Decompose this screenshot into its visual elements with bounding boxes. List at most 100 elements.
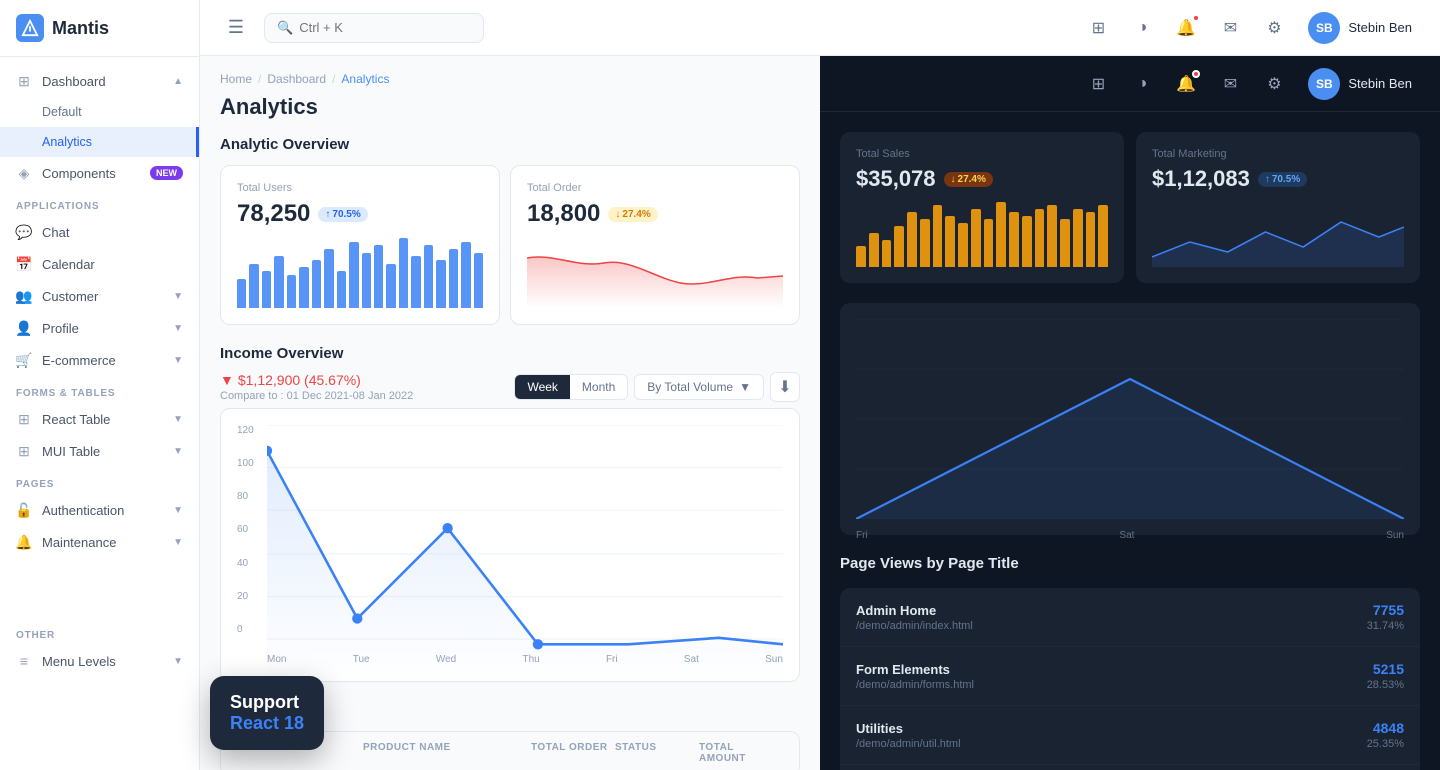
bar	[1098, 205, 1108, 267]
user-avatar[interactable]: SB Stebin Ben	[1300, 8, 1420, 48]
dark-line-chart: Fri Sat Sun	[856, 319, 1404, 519]
income-chart-container: 120 100 80 60 40 20 0	[220, 408, 800, 682]
chevron-down-icon: ▼	[173, 323, 183, 334]
income-section: Income Overview ▼ $1,12,900 (45.67%) Com…	[200, 345, 820, 702]
notification-badge	[1192, 14, 1200, 22]
dark-total-marketing-label: Total Marketing	[1152, 148, 1404, 160]
page-views-card: Admin Home /demo/admin/index.html 7755 3…	[840, 588, 1420, 770]
sidebar-item-customer[interactable]: 👥 Customer ▼	[0, 280, 199, 312]
bar	[324, 249, 333, 308]
total-users-badge: ↑ 70.5%	[318, 207, 367, 222]
bar	[984, 219, 994, 267]
x-axis: Mon Tue Wed Thu Fri Sat Sun	[267, 654, 783, 665]
total-order-card: Total Order 18,800 ↓ 27.4%	[510, 165, 800, 325]
dark-settings-button[interactable]: ⚙	[1256, 66, 1292, 102]
chevron-down-icon: ▼	[173, 291, 183, 302]
dark-income-section: Fri Sat Sun	[820, 303, 1440, 555]
avatar-circle: SB	[1308, 12, 1340, 44]
bar	[449, 249, 458, 308]
bar	[1047, 205, 1057, 267]
income-line-chart: 120 100 80 60 40 20 0	[237, 425, 783, 665]
dark-total-marketing-badge: ↑ 70.5%	[1258, 172, 1307, 187]
sidebar-item-default[interactable]: Default	[0, 97, 199, 127]
sidebar: Mantis ⊞ Dashboard ▲ Default Analytics ◈…	[0, 0, 200, 770]
income-overview-title: Income Overview	[220, 345, 800, 362]
analytic-overview-title: Analytic Overview	[200, 136, 820, 165]
sidebar-item-chat[interactable]: 💬 Chat	[0, 216, 199, 248]
bar	[237, 279, 246, 308]
sidebar-nav: ⊞ Dashboard ▲ Default Analytics ◈ Compon…	[0, 57, 199, 770]
topbar-actions: ⊞ ◑ 🔔 ✉ ⚙ SB Stebin Ben	[1080, 8, 1420, 48]
support-toast[interactable]: Support React 18	[210, 676, 324, 750]
period-btn-group: Week Month	[514, 374, 628, 400]
dark-avatar-circle: SB	[1308, 68, 1340, 100]
other-label: Other	[0, 618, 199, 645]
menu-toggle-button[interactable]: ☰	[220, 12, 252, 44]
page-views-section: Page Views by Page Title Admin Home /dem…	[820, 555, 1440, 770]
bar	[337, 271, 346, 308]
chevron-up-icon: ▲	[173, 76, 183, 87]
bar	[971, 209, 981, 267]
dark-total-sales-chart	[856, 202, 1108, 267]
sidebar-item-maintenance[interactable]: 🔔 Maintenance ▼	[0, 526, 199, 558]
dark-user-avatar[interactable]: SB Stebin Ben	[1300, 64, 1420, 104]
col-product: PRODUCT NAME	[363, 742, 531, 764]
sidebar-item-mui-table[interactable]: ⊞ MUI Table ▼	[0, 435, 199, 467]
bar	[945, 216, 955, 267]
sidebar-item-ecommerce[interactable]: 🛒 E-commerce ▼	[0, 344, 199, 376]
grid-view-button[interactable]: ⊞	[1080, 10, 1116, 46]
page-views-title: Page Views by Page Title	[840, 555, 1420, 572]
search-box[interactable]: 🔍	[264, 13, 484, 43]
messages-button[interactable]: ✉	[1212, 10, 1248, 46]
sidebar-item-components[interactable]: ◈ Components new	[0, 157, 199, 189]
dark-notification-badge	[1192, 70, 1200, 78]
sidebar-item-react-table[interactable]: ⊞ React Table ▼	[0, 403, 199, 435]
dark-theme-button[interactable]: ◑	[1124, 66, 1160, 102]
sidebar-item-authentication[interactable]: 🔓 Authentication ▼	[0, 494, 199, 526]
pv-pct: 25.35%	[1367, 738, 1404, 750]
notifications-button[interactable]: 🔔	[1168, 10, 1204, 46]
download-button[interactable]: ⬇	[770, 372, 800, 402]
search-input[interactable]	[299, 20, 471, 35]
logo[interactable]: Mantis	[0, 0, 199, 57]
theme-toggle-button[interactable]: ◑	[1124, 10, 1160, 46]
bar	[349, 242, 358, 308]
chevron-down-icon: ▼	[173, 446, 183, 457]
dark-grid-button[interactable]: ⊞	[1080, 66, 1116, 102]
dark-total-sales-label: Total Sales	[856, 148, 1108, 160]
bar	[1009, 212, 1019, 267]
customer-icon: 👥	[16, 288, 32, 304]
sidebar-item-profile[interactable]: 👤 Profile ▼	[0, 312, 199, 344]
logo-text: Mantis	[52, 18, 109, 39]
sidebar-item-analytics[interactable]: Analytics	[0, 127, 199, 157]
breadcrumb-dashboard[interactable]: Dashboard	[267, 72, 326, 86]
bar	[461, 242, 470, 308]
pv-count: 4848	[1367, 720, 1404, 736]
page-view-item: Utilities /demo/admin/util.html 4848 25.…	[840, 706, 1420, 765]
pv-page-info: Admin Home /demo/admin/index.html	[856, 603, 973, 632]
bar	[958, 223, 968, 267]
dark-notifications-button[interactable]: 🔔	[1168, 66, 1204, 102]
total-users-label: Total Users	[237, 182, 483, 194]
support-toast-line2: React 18	[230, 713, 304, 734]
volume-select[interactable]: By Total Volume ▼	[634, 374, 764, 400]
bar	[436, 260, 445, 308]
logo-icon	[16, 14, 44, 42]
week-button[interactable]: Week	[515, 375, 569, 399]
pv-pct: 31.74%	[1367, 620, 1404, 632]
applications-label: Applications	[0, 189, 199, 216]
bar	[374, 245, 383, 308]
bar	[312, 260, 321, 308]
content-area: Home / Dashboard / Analytics Analytics A…	[200, 56, 1440, 770]
pv-pct: 28.53%	[1367, 679, 1404, 691]
month-button[interactable]: Month	[570, 375, 627, 399]
breadcrumb-home[interactable]: Home	[220, 72, 252, 86]
sidebar-item-dashboard[interactable]: ⊞ Dashboard ▲	[0, 65, 199, 97]
settings-button[interactable]: ⚙	[1256, 10, 1292, 46]
bar	[996, 202, 1006, 267]
dark-messages-button[interactable]: ✉	[1212, 66, 1248, 102]
bar	[299, 267, 308, 308]
sidebar-item-calendar[interactable]: 📅 Calendar	[0, 248, 199, 280]
dark-stats-row: Total Sales $35,078 ↓ 27.4% Total Market	[820, 112, 1440, 303]
sidebar-item-menu-levels[interactable]: ≡ Menu Levels ▼	[0, 645, 199, 677]
